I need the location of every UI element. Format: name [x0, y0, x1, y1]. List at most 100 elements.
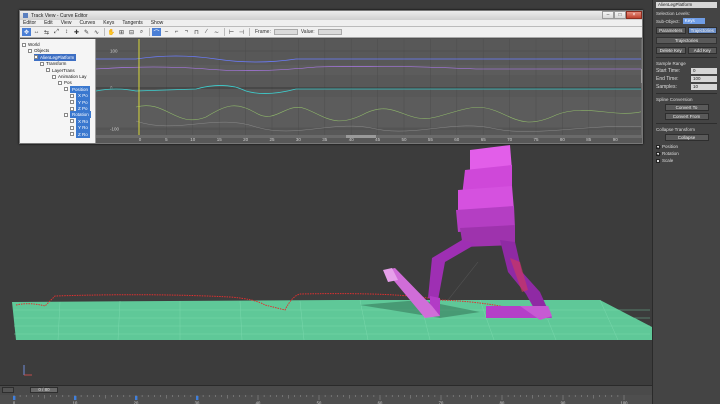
tree-expand-icon[interactable]: [28, 48, 32, 53]
ruler-background: [0, 395, 652, 404]
add-key-button[interactable]: Add Key: [687, 47, 717, 54]
tangent-smooth-icon[interactable]: ∼: [212, 28, 221, 36]
ruler-label: 50: [317, 401, 322, 404]
move-keys-icon[interactable]: ✥: [22, 28, 31, 36]
tree-expand-icon[interactable]: [22, 42, 26, 47]
track-view-title: Track View - Curve Editor: [31, 12, 88, 19]
parameters-tab[interactable]: Parameters: [656, 27, 686, 34]
lock-tangents-icon[interactable]: ⊢: [227, 28, 236, 36]
zoom-region-icon[interactable]: ⊟: [127, 28, 136, 36]
tree-expand-icon[interactable]: [70, 100, 74, 105]
scale-keys-icon[interactable]: ⤢: [52, 28, 61, 36]
samples-label: Samples:: [656, 84, 677, 90]
end-time-label: End Time:: [656, 76, 679, 82]
slide-keys-icon[interactable]: ⇆: [42, 28, 51, 36]
timebar-toggle-icon[interactable]: [2, 387, 14, 393]
tangent-fast-icon[interactable]: ⌐: [172, 28, 181, 36]
ruler-label: 30: [195, 401, 200, 404]
frame-input[interactable]: [273, 29, 298, 35]
tangent-custom-icon[interactable]: ⌢: [162, 28, 171, 36]
rotation-checkbox-row[interactable]: Rotation: [656, 151, 717, 156]
curve-graph-svg: 0510152025303540455055606570758085901000…: [96, 39, 642, 143]
rotation-checkbox-label: Rotation: [662, 151, 679, 156]
trajectories-rollout[interactable]: Trajectories: [656, 37, 717, 44]
menu-edit[interactable]: Edit: [44, 20, 53, 26]
reduce-keys-icon[interactable]: ∿: [92, 28, 101, 36]
position-checkbox-label: Position: [662, 144, 679, 149]
sub-object-dropdown[interactable]: Keys: [682, 18, 705, 24]
spline-conversion-label: Spline Conversion: [656, 97, 693, 102]
tree-expand-icon[interactable]: [52, 74, 56, 79]
track-view-toolbar: ✥ ↔ ⇆ ⤢ ↕ ✚ ✎ ∿ ✋ ⊞ ⊟ ⌕ ⌒ ⌢ ⌐ ¬ ⊓ ∕ ∼ ⊢ …: [20, 27, 642, 38]
collapse-button[interactable]: Collapse: [664, 134, 709, 141]
time-slider[interactable]: 0 / 80: [30, 387, 58, 393]
draw-curves-icon[interactable]: ✎: [82, 28, 91, 36]
zoom-icon[interactable]: ⌕: [137, 28, 146, 36]
object-name-field[interactable]: AlienLegPlatform: [656, 2, 717, 8]
tree-expand-icon[interactable]: [70, 132, 74, 137]
axis-gizmo-icon: [23, 365, 32, 376]
convert-from-button[interactable]: Convert From: [664, 113, 709, 120]
tree-expand-icon[interactable]: [70, 119, 74, 124]
track-view-body: World Objects AlienLegPlatform Transform Lay…: [20, 39, 642, 143]
menu-show[interactable]: Show: [151, 20, 164, 26]
ruler-label: 20: [134, 401, 139, 404]
add-key-icon[interactable]: ✚: [72, 28, 81, 36]
sub-object-label: Sub-Object:: [656, 18, 680, 24]
app-window: Track View - Curve Editor – □ × Editor E…: [0, 0, 720, 404]
tangent-step-icon[interactable]: ⊓: [192, 28, 201, 36]
tree-expand-icon[interactable]: [64, 112, 68, 117]
start-time-spinner[interactable]: 0: [691, 68, 717, 74]
scale-values-icon[interactable]: ↕: [62, 28, 71, 36]
tree-expand-icon[interactable]: [58, 80, 62, 85]
end-time-spinner[interactable]: 100: [691, 76, 717, 82]
track-bar-ruler[interactable]: 0 10 20 30 40 50 60 70 80 90 100: [0, 395, 652, 404]
ruler-label: 10: [73, 401, 78, 404]
minimize-button[interactable]: –: [602, 11, 614, 19]
track-key: [13, 396, 16, 400]
controller-tree[interactable]: World Objects AlienLegPlatform Transform Lay…: [20, 39, 96, 143]
samples-spinner[interactable]: 10: [691, 84, 717, 90]
menu-keys[interactable]: Keys: [103, 20, 114, 26]
ruler-label: 60: [378, 401, 383, 404]
zoom-extents-icon[interactable]: ⊞: [117, 28, 126, 36]
tree-expand-icon[interactable]: [34, 55, 38, 60]
selection-levels-label: Selection Levels:: [656, 11, 691, 16]
move-horizontal-icon[interactable]: ↔: [32, 28, 41, 36]
command-panel: AlienLegPlatform Selection Levels: Sub-O…: [652, 0, 720, 404]
tree-expand-icon[interactable]: [64, 87, 68, 92]
scale-checkbox-row[interactable]: Scale: [656, 158, 717, 163]
value-input[interactable]: [317, 29, 342, 35]
maximize-button[interactable]: □: [614, 11, 626, 19]
position-checkbox[interactable]: [656, 144, 660, 149]
menu-tangents[interactable]: Tangents: [122, 20, 142, 26]
menu-editor[interactable]: Editor: [23, 20, 36, 26]
tree-expand-icon[interactable]: [70, 125, 74, 130]
break-tangents-icon[interactable]: ⊣: [237, 28, 246, 36]
rotation-checkbox[interactable]: [656, 151, 660, 156]
position-checkbox-row[interactable]: Position: [656, 144, 717, 149]
delete-key-button[interactable]: Delete Key: [656, 47, 686, 54]
vertical-scroll-thumb: [641, 69, 642, 83]
menu-curves[interactable]: Curves: [79, 20, 95, 26]
tangent-slow-icon[interactable]: ¬: [182, 28, 191, 36]
tangent-linear-icon[interactable]: ∕: [202, 28, 211, 36]
scale-checkbox[interactable]: [656, 158, 660, 163]
ruler-label: 100: [621, 401, 629, 404]
tree-item[interactable]: Z Ro: [70, 130, 90, 138]
tangent-auto-icon[interactable]: ⌒: [152, 28, 161, 37]
pan-hand-icon[interactable]: ✋: [107, 28, 116, 36]
tree-expand-icon[interactable]: [70, 93, 74, 98]
trajectories-tab[interactable]: Trajectories: [687, 27, 717, 34]
tree-expand-icon[interactable]: [46, 68, 50, 73]
track-view-title-bar[interactable]: Track View - Curve Editor – □ ×: [20, 11, 642, 20]
close-button[interactable]: ×: [626, 11, 642, 19]
tree-expand-icon[interactable]: [40, 61, 44, 66]
tree-expand-icon[interactable]: [70, 106, 74, 111]
convert-to-button[interactable]: Convert To: [664, 104, 709, 111]
track-view-window[interactable]: Track View - Curve Editor – □ × Editor E…: [19, 10, 643, 144]
track-view-app-icon: [23, 13, 28, 18]
alien-leg-platform-model: [383, 145, 552, 320]
menu-view[interactable]: View: [61, 20, 72, 26]
curve-graph[interactable]: 0510152025303540455055606570758085901000…: [96, 39, 642, 143]
